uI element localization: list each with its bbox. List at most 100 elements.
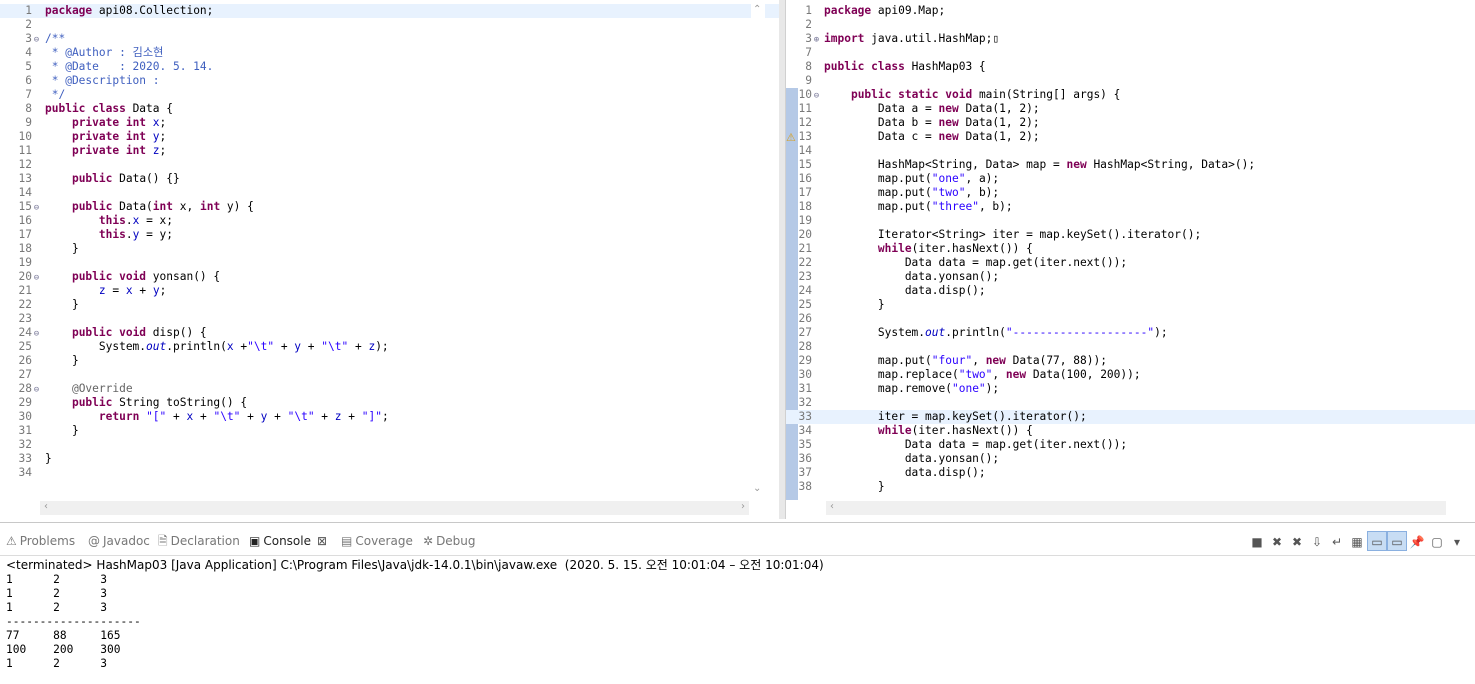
- scroll-right-icon[interactable]: ›: [741, 501, 745, 512]
- code-line[interactable]: 10 ⊖ public static void main(String[] arg…: [786, 88, 1475, 102]
- code-text[interactable]: }: [45, 354, 79, 368]
- tab-debug[interactable]: ✲ Debug: [423, 531, 476, 551]
- console-output-line[interactable]: 1 2 3: [6, 573, 141, 587]
- code-line[interactable]: 28: [786, 340, 1475, 354]
- code-line[interactable]: 9 private int x;: [0, 116, 779, 130]
- code-line[interactable]: 27 System.out.println("-----------------…: [786, 326, 1475, 340]
- code-line[interactable]: 23: [0, 312, 779, 326]
- code-text[interactable]: */: [45, 88, 65, 102]
- console-output-line[interactable]: --------------------: [6, 615, 141, 629]
- show-console-stderr-icon[interactable]: ▭: [1387, 531, 1407, 551]
- code-text[interactable]: public Data() {}: [45, 172, 180, 186]
- code-text[interactable]: /**: [45, 32, 65, 46]
- remove-all-icon[interactable]: ✖: [1287, 532, 1307, 552]
- code-line[interactable]: 26: [786, 312, 1475, 326]
- code-text[interactable]: data.yonsan();: [824, 452, 999, 466]
- code-line[interactable]: 13 public Data() {}: [0, 172, 779, 186]
- code-line[interactable]: 27: [0, 368, 779, 382]
- code-text[interactable]: map.replace("two", new Data(100, 200));: [824, 368, 1141, 382]
- code-text[interactable]: private int x;: [45, 116, 166, 130]
- scroll-up-icon[interactable]: ⌃: [753, 4, 761, 15]
- code-line[interactable]: 33}: [0, 452, 779, 466]
- code-line[interactable]: 5 * @Date : 2020. 5. 14.: [0, 60, 779, 74]
- scroll-lock-icon[interactable]: ⇩: [1307, 532, 1327, 552]
- code-line[interactable]: 32: [0, 438, 779, 452]
- code-line[interactable]: 24 ⊖ public void disp() {: [0, 326, 779, 340]
- editor-left-data-java[interactable]: 1 package api08.Collection; 2 3 ⊖/** 4 * @Aut…: [0, 0, 780, 519]
- code-text[interactable]: public void disp() {: [45, 326, 207, 340]
- console-output-line[interactable]: 100 200 300: [6, 643, 141, 657]
- code-line[interactable]: 33 iter = map.keySet().iterator();: [786, 410, 1475, 424]
- code-line[interactable]: 20 ⊖ public void yonsan() {: [0, 270, 779, 284]
- tab-coverage[interactable]: ▤ Coverage: [341, 531, 413, 551]
- code-text[interactable]: data.yonsan();: [824, 270, 999, 284]
- code-text[interactable]: public void yonsan() {: [45, 270, 220, 284]
- code-text[interactable]: private int z;: [45, 144, 166, 158]
- tab-console[interactable]: ▣ Console ⊠: [249, 531, 327, 551]
- code-line[interactable]: 2: [786, 18, 1475, 32]
- scroll-left-icon[interactable]: ‹: [44, 501, 48, 512]
- code-line[interactable]: 37 data.disp();: [786, 466, 1475, 480]
- remove-launch-icon[interactable]: ✖: [1267, 532, 1287, 552]
- code-text[interactable]: public static void main(String[] args) {: [824, 88, 1120, 102]
- code-text[interactable]: }: [824, 298, 885, 312]
- code-text[interactable]: System.out.println("--------------------…: [824, 326, 1168, 340]
- code-line[interactable]: 34 while(iter.hasNext()) {: [786, 424, 1475, 438]
- code-line[interactable]: 13 Data c = new Data(1, 2);: [786, 130, 1475, 144]
- vertical-scrollbar[interactable]: ⌃ ⌄: [751, 4, 765, 494]
- code-text[interactable]: }: [45, 242, 79, 256]
- code-line[interactable]: 23 data.yonsan();: [786, 270, 1475, 284]
- tab-declaration[interactable]: 🗎 Declaration: [158, 531, 240, 551]
- fold-toggle-icon[interactable]: ⊕: [812, 33, 821, 47]
- fold-toggle-icon[interactable]: ⊖: [32, 33, 41, 47]
- code-text[interactable]: package api09.Map;: [824, 4, 945, 18]
- code-text[interactable]: }: [45, 452, 52, 466]
- code-text[interactable]: * @Description :: [45, 74, 160, 88]
- code-line[interactable]: 31 }: [0, 424, 779, 438]
- code-line[interactable]: 19: [786, 214, 1475, 228]
- code-line[interactable]: 32: [786, 396, 1475, 410]
- fold-toggle-icon[interactable]: ⊖: [32, 201, 41, 215]
- code-line[interactable]: 15 ⊖ public Data(int x, int y) {: [0, 200, 779, 214]
- code-text[interactable]: return "[" + x + "\t" + y + "\t" + z + "…: [45, 410, 389, 424]
- code-text[interactable]: HashMap<String, Data> map = new HashMap<…: [824, 158, 1255, 172]
- code-line[interactable]: 4 * @Author : 김소현: [0, 46, 779, 60]
- code-line[interactable]: 8 public class Data {: [0, 102, 779, 116]
- code-line[interactable]: 12 Data b = new Data(1, 2);: [786, 116, 1475, 130]
- show-console-stdout-icon[interactable]: ▭: [1367, 531, 1387, 551]
- code-line[interactable]: 10 private int y;: [0, 130, 779, 144]
- code-text[interactable]: this.y = y;: [45, 228, 173, 242]
- clear-console-icon[interactable]: ▦: [1347, 532, 1367, 552]
- view-menu-icon[interactable]: ▾: [1447, 532, 1467, 552]
- code-line[interactable]: 12: [0, 158, 779, 172]
- code-line[interactable]: 11 Data a = new Data(1, 2);: [786, 102, 1475, 116]
- code-line[interactable]: 35 Data data = map.get(iter.next());: [786, 438, 1475, 452]
- code-line[interactable]: 25 System.out.println(x +"\t" + y + "\t"…: [0, 340, 779, 354]
- code-line[interactable]: 7: [786, 46, 1475, 60]
- code-text[interactable]: data.disp();: [824, 466, 986, 480]
- code-line[interactable]: 25 }: [786, 298, 1475, 312]
- code-line[interactable]: 1 package api08.Collection;: [0, 4, 779, 18]
- code-line[interactable]: 3 ⊕ import java.util.HashMap;▯: [786, 32, 1475, 46]
- code-text[interactable]: map.put("four", new Data(77, 88));: [824, 354, 1107, 368]
- code-line[interactable]: 17 this.y = y;: [0, 228, 779, 242]
- code-line[interactable]: 15 HashMap<String, Data> map = new HashM…: [786, 158, 1475, 172]
- code-line[interactable]: 29 public String toString() {: [0, 396, 779, 410]
- console-output-line[interactable]: 1 2 3: [6, 587, 141, 601]
- code-line[interactable]: 18 map.put("three", b);: [786, 200, 1475, 214]
- code-line[interactable]: 18 }: [0, 242, 779, 256]
- terminate-icon[interactable]: ■: [1247, 532, 1267, 552]
- code-line[interactable]: 3 ⊖ /**: [0, 32, 779, 46]
- code-text[interactable]: public class HashMap03 {: [824, 60, 986, 74]
- horizontal-scrollbar[interactable]: ‹ ›: [40, 501, 749, 515]
- code-line[interactable]: 22 Data data = map.get(iter.next());: [786, 256, 1475, 270]
- code-line[interactable]: 31 map.remove("one");: [786, 382, 1475, 396]
- code-text[interactable]: Iterator<String> iter = map.keySet().ite…: [824, 228, 1201, 242]
- fold-toggle-icon[interactable]: ⊖: [32, 327, 41, 341]
- scroll-down-icon[interactable]: ⌄: [753, 483, 761, 494]
- word-wrap-icon[interactable]: ↵: [1327, 532, 1347, 552]
- code-line[interactable]: 2: [0, 18, 779, 32]
- pin-console-icon[interactable]: 📌: [1407, 532, 1427, 552]
- code-lines[interactable]: 1 package api09.Map; 2 3 ⊕ import java.util.H…: [786, 4, 1475, 494]
- code-lines[interactable]: 1 package api08.Collection; 2 3 ⊖/** 4 * @Aut…: [0, 4, 779, 480]
